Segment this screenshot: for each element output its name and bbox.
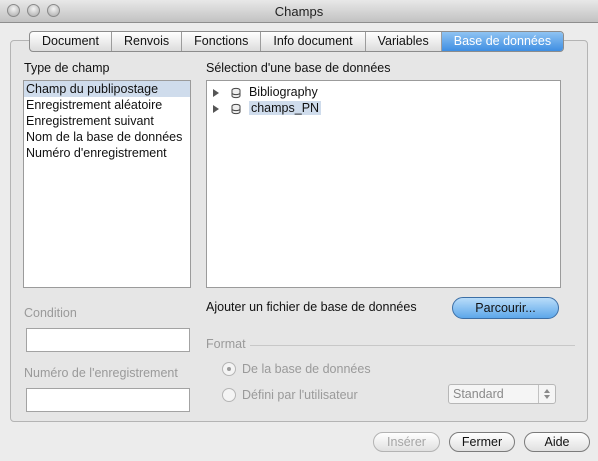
browse-button[interactable]: Parcourir...	[452, 297, 559, 319]
tab-info-document[interactable]: Info document	[261, 32, 366, 51]
database-icon	[231, 103, 241, 114]
tree-item-bibliography[interactable]: Bibliography	[213, 84, 318, 100]
field-type-item[interactable]: Enregistrement suivant	[24, 113, 190, 129]
database-heading: Sélection d'une base de données	[206, 61, 391, 75]
radio-user-defined[interactable]	[222, 388, 236, 402]
condition-field[interactable]	[26, 328, 190, 352]
tree-item-champs-pn[interactable]: champs_PN	[213, 100, 322, 116]
field-type-item[interactable]: Champ du publipostage	[24, 81, 190, 97]
format-select[interactable]: Standard	[448, 384, 556, 404]
select-arrows-icon	[538, 385, 555, 403]
tab-document[interactable]: Document	[30, 32, 112, 51]
option-user-defined-label: Défini par l'utilisateur	[242, 388, 358, 402]
tree-item-label: Bibliography	[248, 85, 318, 99]
condition-label: Condition	[24, 306, 77, 320]
record-number-field[interactable]	[26, 388, 190, 412]
record-number-label: Numéro de l'enregistrement	[24, 366, 178, 380]
expand-triangle-icon[interactable]	[213, 88, 219, 97]
option-from-database-label: De la base de données	[242, 362, 371, 376]
help-button[interactable]: Aide	[524, 432, 590, 452]
field-type-list[interactable]: Champ du publipostage Enregistrement alé…	[23, 80, 191, 288]
window-title: Champs	[274, 4, 324, 19]
database-tree[interactable]: Bibliography champs_PN	[206, 80, 561, 288]
database-icon	[231, 87, 241, 98]
tab-base-de-donnees[interactable]: Base de données	[441, 32, 564, 51]
tab-fonctions[interactable]: Fonctions	[182, 32, 262, 51]
field-type-item[interactable]: Nom de la base de données	[24, 129, 190, 145]
field-type-item[interactable]: Enregistrement aléatoire	[24, 97, 190, 113]
radio-from-database[interactable]	[222, 362, 236, 376]
close-button[interactable]: Fermer	[449, 432, 515, 452]
format-heading: Format	[206, 337, 246, 351]
tab-variables[interactable]: Variables	[366, 32, 442, 51]
format-select-value: Standard	[453, 387, 504, 401]
expand-triangle-icon[interactable]	[213, 104, 219, 113]
fields-dialog: Champs Document Renvois Fonctions Info d…	[0, 0, 598, 461]
tab-renvois[interactable]: Renvois	[112, 32, 183, 51]
title-bar[interactable]: Champs	[0, 0, 598, 23]
field-type-item[interactable]: Numéro d'enregistrement	[24, 145, 190, 161]
add-database-file-label: Ajouter un fichier de base de données	[206, 300, 417, 314]
tab-bar: Document Renvois Fonctions Info document…	[29, 31, 565, 52]
insert-button[interactable]: Insérer	[373, 432, 440, 452]
tree-item-label: champs_PN	[248, 101, 322, 115]
field-type-heading: Type de champ	[24, 61, 110, 75]
format-divider	[250, 345, 575, 346]
